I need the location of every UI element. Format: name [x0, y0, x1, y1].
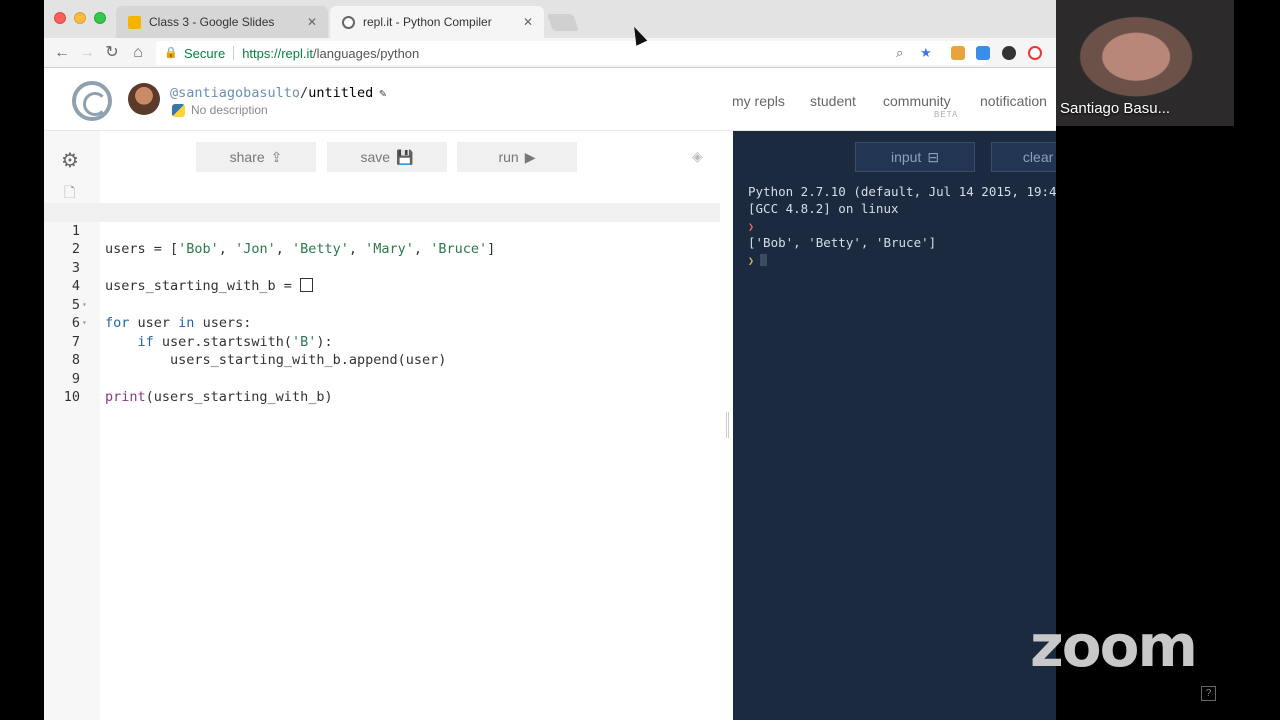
- repl-name[interactable]: untitled: [308, 85, 373, 101]
- extension-icon[interactable]: [976, 46, 990, 60]
- zoom-magnifier-icon[interactable]: ⌕: [896, 45, 903, 61]
- nav-my-repls[interactable]: my repls: [732, 93, 785, 109]
- nav-student[interactable]: student: [810, 93, 856, 109]
- share-button[interactable]: share ⇪: [196, 142, 316, 172]
- participant-name: Santiago Basu...: [1060, 100, 1171, 117]
- reload-icon[interactable]: ↻: [102, 43, 122, 63]
- prompt-icon: ❯: [748, 256, 755, 267]
- beta-badge: BETA: [934, 110, 959, 119]
- tab-strip: Class 3 - Google Slides ✕ repl.it - Pyth…: [44, 0, 1056, 38]
- close-window-button[interactable]: [54, 12, 66, 24]
- maximize-window-button[interactable]: [94, 12, 106, 24]
- nav-notifications[interactable]: notification: [980, 93, 1047, 109]
- owner-link[interactable]: @santiagobasulto: [170, 85, 300, 101]
- code-line[interactable]: 7 users_starting_with_b.append(user): [44, 314, 720, 369]
- back-icon[interactable]: ←: [52, 43, 72, 63]
- code-line[interactable]: 5 ▾ for user in users:: [44, 277, 720, 332]
- new-tab-button[interactable]: [546, 14, 580, 31]
- code-line[interactable]: 1 users = ['Bob', 'Jon', 'Betty', 'Mary'…: [44, 203, 720, 257]
- opera-icon[interactable]: [1028, 46, 1042, 60]
- address-bar[interactable]: 🔒 Secure https://repl.it/languages/pytho…: [156, 41, 986, 65]
- code-line[interactable]: 4: [44, 259, 720, 294]
- home-icon[interactable]: ⌂: [128, 43, 148, 63]
- share-icon: ⇪: [270, 148, 283, 165]
- code-line[interactable]: 9 print(users_starting_with_b): [44, 351, 720, 406]
- tab-title: Class 3 - Google Slides: [149, 15, 275, 29]
- repl-favicon-icon: [342, 15, 355, 29]
- console-pane[interactable]: input⊟ clear⌫ Python 2.7.10 (default, Ju…: [733, 131, 1056, 720]
- console-prompt: ❯: [748, 251, 1056, 268]
- play-icon: ▶: [524, 148, 536, 165]
- console-output: Python 2.7.10 (default, Jul 14 2015, 19:…: [748, 183, 1056, 268]
- clear-button[interactable]: clear⌫: [991, 142, 1056, 172]
- slides-icon: [128, 15, 141, 29]
- code-line[interactable]: 3 users_starting_with_b =: [44, 240, 720, 294]
- repl-description[interactable]: No description: [172, 103, 268, 117]
- bookmark-star-icon[interactable]: ★: [920, 45, 932, 61]
- close-tab-icon[interactable]: ✕: [304, 15, 320, 29]
- close-tab-icon[interactable]: ✕: [520, 15, 536, 29]
- prompt-icon: ❯: [748, 222, 755, 233]
- forward-icon[interactable]: →: [77, 43, 97, 63]
- extension-icon[interactable]: [951, 46, 965, 60]
- browser-window: Class 3 - Google Slides ✕ repl.it - Pyth…: [44, 0, 1056, 720]
- avatar[interactable]: [128, 83, 160, 115]
- code-line[interactable]: 10: [44, 370, 720, 405]
- console-prompt: ❯: [748, 217, 1056, 234]
- code-line[interactable]: 6 ▾ if user.startswith('B'):: [44, 296, 720, 350]
- minimize-window-button[interactable]: [74, 12, 86, 24]
- gear-icon[interactable]: ⚙: [61, 148, 79, 173]
- python-icon: [172, 103, 185, 117]
- save-button[interactable]: save 💾: [327, 142, 447, 172]
- repl-title: @santiagobasulto/untitled ✎: [170, 85, 387, 101]
- input-icon: ⊟: [927, 148, 940, 165]
- editor-pane: ⚙ 🗋 share ⇪ save 💾 run ▶ ◈ 1 users = ['Bob'…: [44, 131, 720, 720]
- browser-toolbar: ← → ↻ ⌂ 🔒 Secure https://repl.it/languag…: [44, 38, 1056, 68]
- replit-logo-icon[interactable]: [72, 81, 112, 121]
- extension-icon[interactable]: [1002, 46, 1016, 60]
- code-line[interactable]: 8: [44, 333, 720, 368]
- console-line: [GCC 4.8.2] on linux: [748, 201, 899, 216]
- save-icon: 💾: [396, 148, 414, 165]
- console-line: ['Bob', 'Betty', 'Bruce']: [748, 235, 937, 250]
- pane-resize-handle[interactable]: [726, 412, 729, 438]
- tab-title: repl.it - Python Compiler: [363, 15, 492, 29]
- secure-label: Secure: [184, 45, 226, 61]
- divider: [233, 46, 235, 60]
- lock-icon: 🔒: [164, 47, 178, 59]
- code-line[interactable]: 2: [44, 222, 720, 257]
- pencil-icon[interactable]: ✎: [379, 86, 386, 100]
- package-cube-icon[interactable]: ◈: [692, 148, 703, 165]
- url-text: https://repl.it/languages/python: [242, 45, 420, 61]
- run-button[interactable]: run ▶: [457, 142, 577, 172]
- input-button[interactable]: input ⊟: [855, 142, 975, 172]
- tab-google-slides[interactable]: Class 3 - Google Slides ✕: [116, 6, 328, 38]
- console-line: Python 2.7.10 (default, Jul 14 2015, 19:…: [748, 184, 1056, 199]
- console-caret: [760, 254, 768, 266]
- code-editor[interactable]: 1 users = ['Bob', 'Jon', 'Betty', 'Mary'…: [44, 203, 720, 406]
- zoom-logo: zoom: [1030, 612, 1198, 680]
- nav-community[interactable]: community: [883, 93, 951, 109]
- tab-repl[interactable]: repl.it - Python Compiler ✕: [330, 6, 544, 38]
- repl-header: @santiagobasulto/untitled ✎ No descriptio…: [44, 69, 1056, 131]
- help-icon[interactable]: ?: [1201, 686, 1216, 701]
